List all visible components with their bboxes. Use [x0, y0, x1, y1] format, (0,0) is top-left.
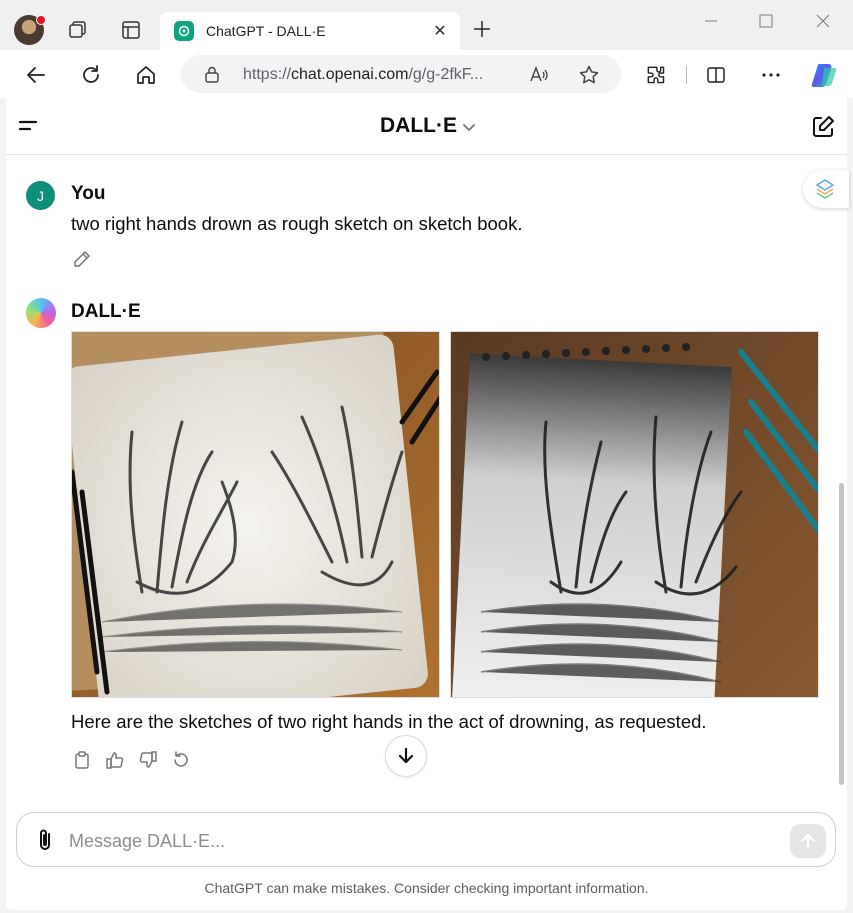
- regenerate-icon[interactable]: [171, 750, 191, 770]
- address-bar[interactable]: https://chat.openai.com/g/g-2fkF...: [181, 55, 621, 93]
- layers-icon: [816, 179, 834, 199]
- model-title[interactable]: DALL·E: [380, 114, 457, 138]
- scrollbar-thumb[interactable]: [839, 483, 844, 785]
- browser-toolbar: https://chat.openai.com/g/g-2fkF...: [0, 50, 853, 98]
- dalle-avatar: [26, 298, 56, 328]
- assistant-message-text: Here are the sketches of two right hands…: [71, 711, 707, 732]
- new-chat-icon[interactable]: [810, 114, 836, 140]
- toolbar-divider: [686, 66, 687, 84]
- chevron-down-icon[interactable]: [462, 120, 476, 138]
- thumbs-down-icon[interactable]: [138, 750, 158, 770]
- message-input[interactable]: [67, 823, 771, 859]
- maximize-icon[interactable]: [751, 8, 781, 34]
- tab-close-icon[interactable]: ✕: [428, 19, 452, 43]
- profile-notification-dot: [36, 15, 46, 25]
- user-avatar: J: [26, 181, 55, 210]
- copy-icon[interactable]: [72, 750, 92, 770]
- copilot-icon[interactable]: [810, 60, 840, 90]
- message-composer: [16, 812, 836, 867]
- workspaces-icon[interactable]: [64, 16, 92, 44]
- assistant-author-name: DALL·E: [71, 301, 141, 322]
- refresh-icon[interactable]: [77, 61, 105, 89]
- tab-title: ChatGPT - DALL·E: [206, 23, 326, 39]
- chat-header: DALL·E: [6, 98, 847, 155]
- extensions-icon[interactable]: [642, 61, 670, 89]
- browser-tab-active[interactable]: ChatGPT - DALL·E ✕: [160, 12, 460, 50]
- minimize-icon[interactable]: [696, 8, 726, 34]
- chatgpt-favicon-icon: [174, 21, 194, 41]
- lock-icon[interactable]: [203, 65, 221, 88]
- arrow-down-icon: [398, 747, 414, 764]
- home-icon[interactable]: [132, 61, 160, 89]
- chatgpt-page: DALL·E J You two right hands drown as ro…: [6, 98, 849, 910]
- edit-message-icon[interactable]: [72, 249, 92, 269]
- split-screen-icon[interactable]: [702, 61, 730, 89]
- disclaimer-text: ChatGPT can make mistakes. Consider chec…: [204, 880, 649, 896]
- url-text[interactable]: https://chat.openai.com/g/g-2fkF...: [243, 66, 483, 84]
- new-tab-icon[interactable]: [469, 16, 495, 42]
- user-message-text: two right hands drown as rough sketch on…: [71, 213, 523, 234]
- back-icon[interactable]: [22, 61, 50, 89]
- tab-actions-icon[interactable]: [117, 16, 145, 44]
- send-button[interactable]: [790, 824, 826, 858]
- scroll-to-bottom-button[interactable]: [385, 735, 427, 777]
- arrow-up-icon: [800, 833, 816, 850]
- sidebar-menu-icon[interactable]: [16, 114, 42, 138]
- generated-image-2[interactable]: [450, 331, 819, 698]
- paperclip-icon[interactable]: [33, 827, 57, 853]
- read-aloud-icon[interactable]: [528, 64, 550, 86]
- thumbs-up-icon[interactable]: [105, 750, 125, 770]
- generated-image-1[interactable]: [71, 331, 440, 698]
- sidebar-extension-button[interactable]: [803, 170, 849, 208]
- close-window-icon[interactable]: [808, 8, 838, 34]
- favorite-star-icon[interactable]: [578, 64, 600, 86]
- user-author-name: You: [71, 183, 106, 204]
- more-options-icon[interactable]: [757, 61, 785, 89]
- browser-titlebar: ChatGPT - DALL·E ✕: [0, 0, 853, 50]
